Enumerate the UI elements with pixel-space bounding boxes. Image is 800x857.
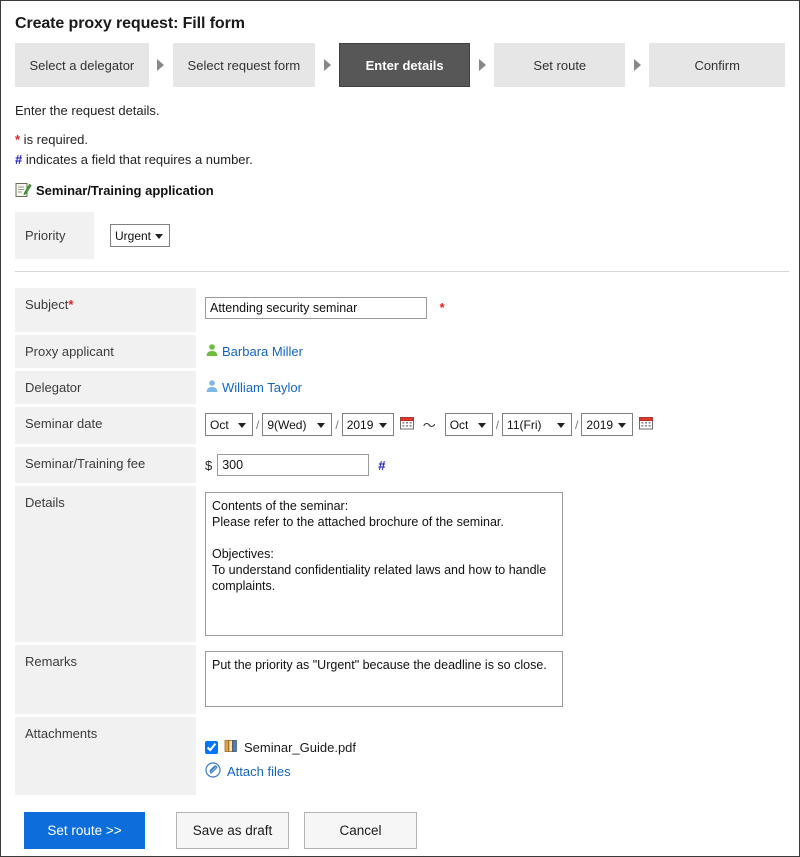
end-month-select[interactable]: Oct — [444, 413, 493, 437]
priority-label: Priority — [15, 212, 94, 260]
delegator-link[interactable]: William Taylor — [222, 380, 302, 395]
date-range-separator: 〜 — [422, 418, 436, 434]
start-day-select[interactable]: 9(Wed) — [262, 413, 333, 437]
field-row-attachments: Attachments Seminar_Guide.pdf Attach fil… — [15, 717, 785, 796]
subject-required-asterisk: * — [439, 300, 445, 316]
form-name-row: Seminar/Training application — [15, 182, 785, 198]
save-as-draft-button[interactable]: Save as draft — [176, 812, 289, 850]
fee-input[interactable] — [217, 454, 370, 477]
subject-input[interactable] — [205, 297, 427, 320]
start-month-select[interactable]: Oct — [205, 413, 253, 437]
attachment-checkbox[interactable] — [205, 741, 218, 755]
set-route-button[interactable]: Set route >> — [24, 812, 145, 850]
remarks-label: Remarks — [15, 645, 196, 715]
fee-label: Seminar/Training fee — [15, 447, 196, 484]
required-note: is required. — [20, 132, 88, 147]
legend-block: * is required. # indicates a field that … — [15, 130, 785, 170]
subject-required-marker: * — [68, 297, 74, 313]
field-row-delegator: Delegator William Taylor — [15, 371, 785, 405]
step-enter-details[interactable]: Enter details — [339, 43, 471, 87]
attach-files-row: Attach files — [205, 762, 785, 781]
date-slash: / — [575, 417, 579, 432]
field-row-proxy-applicant: Proxy applicant Barbara Miller — [15, 335, 785, 369]
step-label: Confirm — [694, 57, 740, 73]
step-set-route[interactable]: Set route — [494, 43, 626, 87]
step-indicator: Select a delegator Select request form E… — [15, 43, 785, 87]
step-label: Enter details — [365, 57, 444, 73]
details-textarea[interactable]: Contents of the seminar: Please refer to… — [205, 492, 563, 637]
step-confirm[interactable]: Confirm — [649, 43, 785, 87]
delegator-label: Delegator — [15, 371, 196, 405]
user-blue-icon — [205, 379, 219, 396]
field-row-seminar-date: Seminar date Oct / 9(Wed) / 2019 〜 Oct /… — [15, 407, 785, 445]
date-slash: / — [495, 417, 500, 432]
action-buttons: Set route >> Save as draft Cancel — [15, 795, 785, 850]
priority-row: Priority Urgent — [15, 212, 785, 260]
step-arrow-icon — [315, 43, 339, 87]
proxy-applicant-label: Proxy applicant — [15, 335, 196, 369]
date-slash: / — [256, 417, 260, 432]
currency-symbol: $ — [205, 457, 213, 473]
step-select-a-delegator[interactable]: Select a delegator — [15, 43, 149, 87]
subject-label-text: Subject — [25, 297, 69, 313]
details-label: Details — [15, 486, 196, 643]
attachments-label: Attachments — [15, 717, 196, 796]
number-note: indicates a field that requires a number… — [22, 152, 253, 168]
start-year-select[interactable]: 2019 — [341, 413, 394, 437]
intro-text: Enter the request details. — [15, 103, 160, 118]
form-fields: Subject* * Proxy applicant — [15, 288, 785, 796]
step-arrow-icon — [149, 43, 173, 87]
page-title: Create proxy request: Fill form — [15, 15, 245, 32]
remarks-textarea[interactable]: Put the priority as "Urgent" because the… — [205, 651, 563, 708]
calendar-icon[interactable] — [639, 416, 654, 433]
cancel-button[interactable]: Cancel — [304, 812, 417, 850]
fee-number-marker: # — [378, 457, 386, 473]
user-green-icon — [205, 343, 219, 360]
field-row-fee: Seminar/Training fee $ # — [15, 447, 785, 484]
step-label: Select a delegator — [29, 57, 135, 73]
end-day-select[interactable]: 11(Fri) — [502, 413, 573, 437]
form-edit-icon — [15, 182, 32, 198]
step-select-request-form[interactable]: Select request form — [172, 43, 315, 87]
end-year-select[interactable]: 2019 — [581, 413, 634, 437]
attachment-filename[interactable]: Seminar_Guide.pdf — [244, 740, 356, 755]
section-divider — [15, 271, 789, 273]
calendar-icon[interactable] — [399, 416, 414, 433]
proxy-request-page: Create proxy request: Fill form Select a… — [0, 0, 800, 857]
file-icon — [224, 739, 238, 756]
date-slash: / — [335, 417, 339, 432]
step-arrow-icon — [470, 43, 494, 87]
form-name-label: Seminar/Training application — [36, 182, 214, 198]
field-row-details: Details Contents of the seminar: Please … — [15, 486, 785, 643]
seminar-date-label: Seminar date — [15, 407, 196, 445]
paperclip-icon — [205, 762, 221, 781]
attach-files-link[interactable]: Attach files — [227, 764, 291, 779]
field-row-subject: Subject* * — [15, 288, 785, 333]
priority-select[interactable]: Urgent — [110, 224, 170, 248]
step-label: Select request form — [187, 57, 301, 73]
subject-label: Subject* — [15, 288, 196, 333]
step-label: Set route — [533, 57, 587, 73]
step-arrow-icon — [625, 43, 649, 87]
field-row-remarks: Remarks Put the priority as "Urgent" bec… — [15, 645, 785, 715]
attachment-item: Seminar_Guide.pdf — [205, 739, 785, 756]
proxy-applicant-link[interactable]: Barbara Miller — [222, 344, 303, 359]
